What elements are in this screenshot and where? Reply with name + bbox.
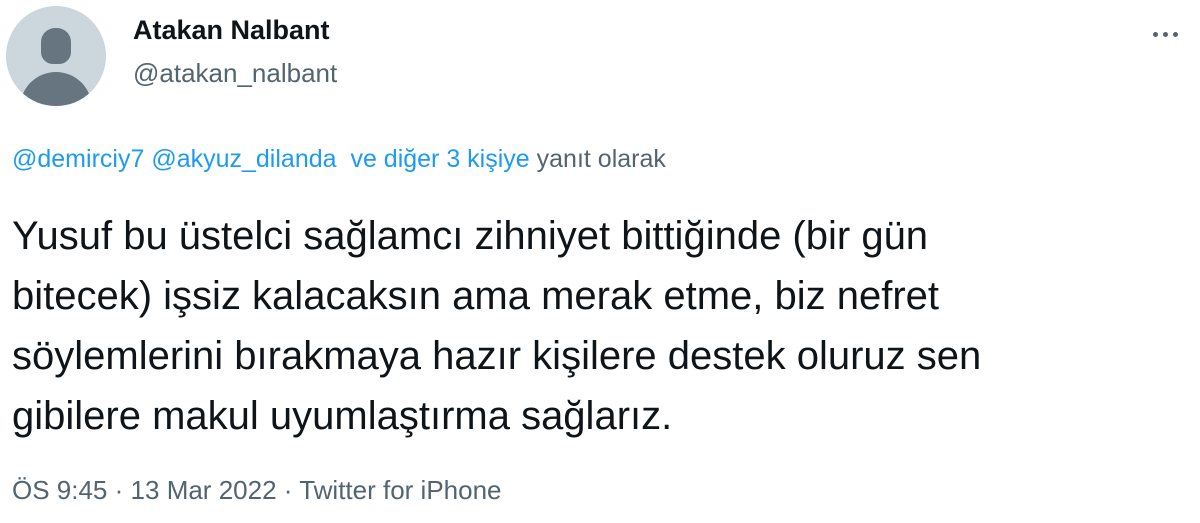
tweet-date[interactable]: 13 Mar 2022 bbox=[131, 475, 277, 505]
more-options-button[interactable] bbox=[1143, 22, 1187, 46]
tweet-time[interactable]: ÖS 9:45 bbox=[12, 475, 107, 505]
meta-separator: · bbox=[114, 475, 124, 505]
reply-context: @demirciy7 @akyuz_dilanda ve diğer 3 kiş… bbox=[12, 141, 666, 177]
tweet-text-line: gibilere makul uyumlaştırma sağlarız. bbox=[12, 394, 673, 438]
tweet-card: Atakan Nalbant @atakan_nalbant @demirciy… bbox=[0, 0, 1200, 523]
tweet-text: Yusuf bu üstelci sağlamcı zihniyet bitti… bbox=[12, 206, 1187, 446]
tweet-text-line: söylemlerini bırakmaya hazır kişilere de… bbox=[12, 334, 982, 378]
meta-separator: · bbox=[283, 475, 293, 505]
more-horizontal-icon-dot bbox=[1172, 31, 1178, 37]
author-handle[interactable]: @atakan_nalbant bbox=[133, 55, 337, 91]
mention-link[interactable]: @demirciy7 bbox=[12, 145, 144, 173]
mention-link[interactable]: @akyuz_dilanda bbox=[151, 145, 336, 173]
tweet-source[interactable]: Twitter for iPhone bbox=[299, 475, 501, 505]
more-horizontal-icon-dot bbox=[1162, 31, 1168, 37]
more-horizontal-icon bbox=[1152, 31, 1158, 37]
tweet-text-line: Yusuf bu üstelci sağlamcı zihniyet bitti… bbox=[12, 214, 929, 258]
reply-context-suffix: yanıt olarak bbox=[536, 145, 666, 173]
avatar[interactable] bbox=[6, 6, 106, 106]
tweet-meta: ÖS 9:45 · 13 Mar 2022 · Twitter for iPho… bbox=[12, 472, 502, 508]
others-link[interactable]: ve diğer 3 kişiye bbox=[350, 145, 529, 173]
tweet-text-line: bitecek) işsiz kalacaksın ama merak etme… bbox=[12, 274, 940, 318]
avatar-head-shape bbox=[41, 28, 71, 64]
author-display-name[interactable]: Atakan Nalbant bbox=[133, 12, 330, 48]
avatar-shoulders-shape bbox=[20, 72, 92, 106]
